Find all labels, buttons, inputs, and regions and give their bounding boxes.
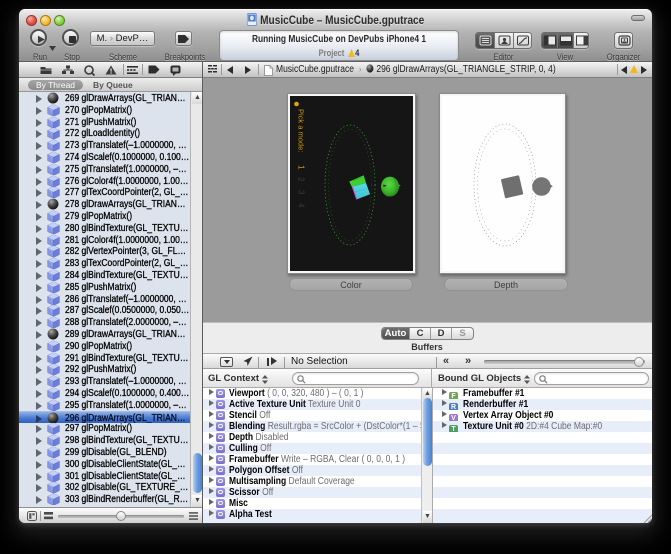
- svg-text:3: 3: [297, 190, 306, 195]
- svg-text:2: 2: [297, 177, 306, 182]
- svg-text:Pick a mode:: Pick a mode:: [297, 109, 306, 152]
- svg-text:1: 1: [297, 165, 306, 170]
- svg-text:4: 4: [297, 203, 306, 208]
